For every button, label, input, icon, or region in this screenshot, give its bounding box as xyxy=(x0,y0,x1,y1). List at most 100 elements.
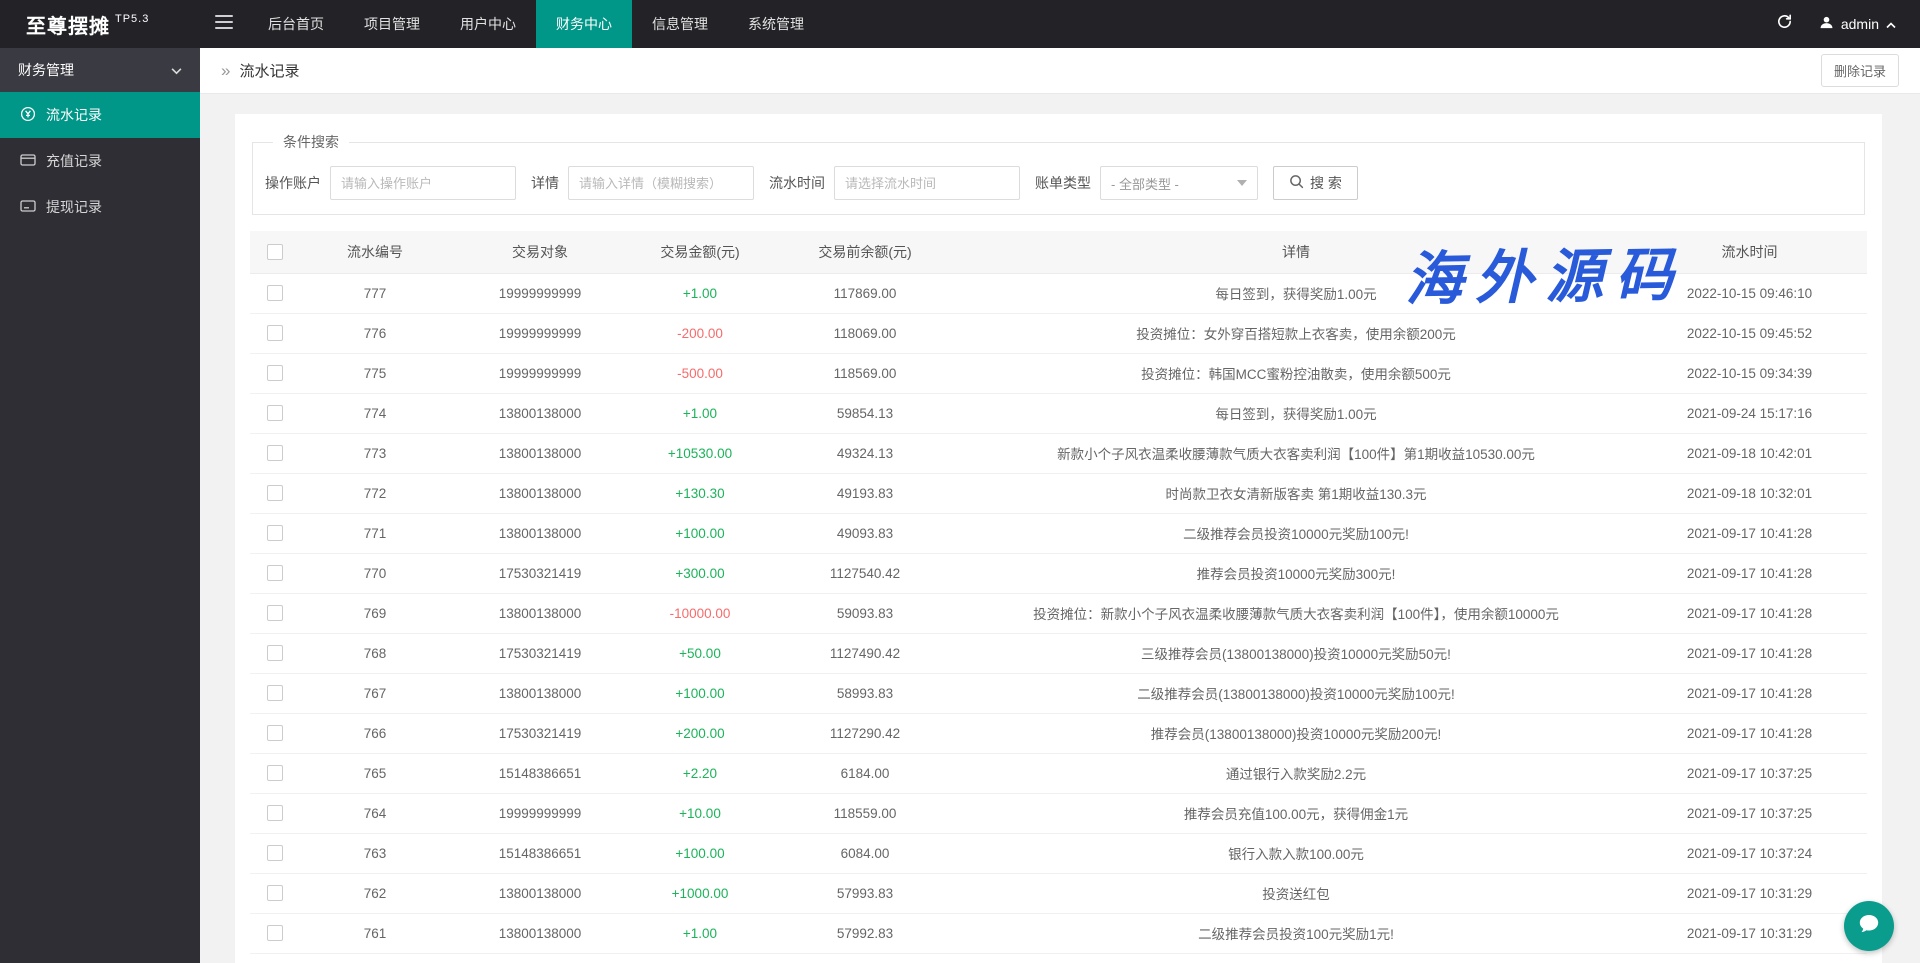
col-trade-amount: 交易金额(元) xyxy=(630,231,770,273)
detail-cell: 投资摊位：韩国MCC蜜粉控油散卖，使用余额500元 xyxy=(960,353,1632,393)
trade-account-cell: 19999999999 xyxy=(450,793,630,833)
row-checkbox[interactable] xyxy=(267,285,283,301)
detail-cell: 时尚款卫衣女清新版客卖 第1期收益130.3元 xyxy=(960,473,1632,513)
row-checkbox[interactable] xyxy=(267,925,283,941)
tab-finance-center[interactable]: 财务中心 xyxy=(536,0,632,48)
row-checkbox[interactable] xyxy=(267,645,283,661)
flow-id-cell: 763 xyxy=(300,833,450,873)
flow-id-cell: 762 xyxy=(300,873,450,913)
row-checkbox[interactable] xyxy=(267,845,283,861)
balance-before-cell: 6084.00 xyxy=(770,833,960,873)
flow-id-cell: 776 xyxy=(300,313,450,353)
row-checkbox[interactable] xyxy=(267,885,283,901)
flow-id-cell: 769 xyxy=(300,593,450,633)
col-flow-time: 流水时间 xyxy=(1632,231,1867,273)
row-checkbox[interactable] xyxy=(267,405,283,421)
row-checkbox-cell xyxy=(250,433,300,473)
sidebar-group-finance[interactable]: 财务管理 xyxy=(0,48,200,92)
flow-time-cell: 2021-09-17 10:41:28 xyxy=(1632,513,1867,553)
type-label: 账单类型 xyxy=(1035,173,1091,193)
balance-before-cell: 57992.83 xyxy=(770,913,960,953)
flow-time-cell: 2022-10-15 09:34:39 xyxy=(1632,353,1867,393)
row-checkbox-cell xyxy=(250,513,300,553)
search-icon xyxy=(1289,174,1304,192)
trade-amount-cell: +3.00 xyxy=(630,953,770,963)
row-checkbox-cell xyxy=(250,953,300,963)
detail-cell: 投资送红包 xyxy=(960,873,1632,913)
tab-user-center[interactable]: 用户中心 xyxy=(440,0,536,48)
sidebar-toggle-button[interactable] xyxy=(200,0,248,48)
row-checkbox[interactable] xyxy=(267,765,283,781)
row-checkbox-cell xyxy=(250,473,300,513)
row-checkbox[interactable] xyxy=(267,325,283,341)
row-checkbox-cell xyxy=(250,673,300,713)
flow-id-cell: 767 xyxy=(300,673,450,713)
tab-system-management[interactable]: 系统管理 xyxy=(728,0,824,48)
table-row: 76315148386651+100.006084.00银行入款入款100.00… xyxy=(250,833,1867,873)
main-content: » 流水记录 删除记录 条件搜索 操作账户 详情 流水时间 xyxy=(200,48,1920,963)
detail-input[interactable] xyxy=(568,166,754,200)
account-label: 操作账户 xyxy=(265,173,321,193)
time-input[interactable] xyxy=(834,166,1020,200)
detail-cell: 二级推荐会员投资100元奖励1元! xyxy=(960,913,1632,953)
flow-id-cell: 775 xyxy=(300,353,450,393)
row-checkbox[interactable] xyxy=(267,565,283,581)
row-checkbox[interactable] xyxy=(267,685,283,701)
flow-time-cell: 2022-10-15 09:45:52 xyxy=(1632,313,1867,353)
search-legend: 条件搜索 xyxy=(273,132,349,152)
user-menu[interactable]: admin xyxy=(1809,0,1920,48)
trade-account-cell: 17530321419 xyxy=(450,953,630,963)
tab-home[interactable]: 后台首页 xyxy=(248,0,344,48)
row-checkbox-cell xyxy=(250,273,300,313)
select-all-checkbox[interactable] xyxy=(267,244,283,260)
select-caret-icon xyxy=(1237,180,1247,186)
trade-account-cell: 17530321419 xyxy=(450,713,630,753)
trade-account-cell: 13800138000 xyxy=(450,393,630,433)
flow-id-cell: 765 xyxy=(300,753,450,793)
row-checkbox[interactable] xyxy=(267,485,283,501)
trade-account-cell: 13800138000 xyxy=(450,873,630,913)
flow-time-cell: 2021-09-17 10:41:28 xyxy=(1632,593,1867,633)
trade-amount-cell: +1.00 xyxy=(630,913,770,953)
table-row: 76817530321419+50.001127490.42三级推荐会员(138… xyxy=(250,633,1867,673)
breadcrumb-arrow-icon: » xyxy=(221,61,230,81)
row-checkbox[interactable] xyxy=(267,525,283,541)
trade-amount-cell: +10.00 xyxy=(630,793,770,833)
row-checkbox[interactable] xyxy=(267,365,283,381)
flow-id-cell: 773 xyxy=(300,433,450,473)
account-input[interactable] xyxy=(330,166,516,200)
row-checkbox[interactable] xyxy=(267,605,283,621)
detail-cell: 每日签到，获得奖励1.00元 xyxy=(960,393,1632,433)
row-checkbox-cell xyxy=(250,833,300,873)
row-checkbox[interactable] xyxy=(267,445,283,461)
delete-records-button[interactable]: 删除记录 xyxy=(1821,54,1899,87)
table-row: 76419999999999+10.00118559.00推荐会员充值100.0… xyxy=(250,793,1867,833)
row-checkbox[interactable] xyxy=(267,725,283,741)
tab-projects[interactable]: 项目管理 xyxy=(344,0,440,48)
trade-amount-cell: +1.00 xyxy=(630,393,770,433)
search-group-time: 流水时间 xyxy=(769,166,1020,200)
trade-amount-cell: +200.00 xyxy=(630,713,770,753)
flow-time-cell: 2021-09-17 10:31:29 xyxy=(1632,913,1867,953)
refresh-button[interactable] xyxy=(1761,0,1809,48)
row-checkbox-cell xyxy=(250,913,300,953)
sidebar-item-recharge-records[interactable]: 充值记录 xyxy=(0,138,200,184)
flow-id-cell: 770 xyxy=(300,553,450,593)
sidebar-item-flow-records[interactable]: 流水记录 xyxy=(0,92,200,138)
table-row: 76113800138000+1.0057992.83二级推荐会员投资100元奖… xyxy=(250,913,1867,953)
time-label: 流水时间 xyxy=(769,173,825,193)
search-button[interactable]: 搜 索 xyxy=(1273,166,1358,200)
col-flow-id: 流水编号 xyxy=(300,231,450,273)
balance-before-cell: 49193.83 xyxy=(770,473,960,513)
user-caret-icon xyxy=(1886,16,1896,32)
detail-cell: 投资摊位：女外穿百搭短款上衣客卖，使用余额200元 xyxy=(960,313,1632,353)
row-checkbox[interactable] xyxy=(267,805,283,821)
tab-info-management[interactable]: 信息管理 xyxy=(632,0,728,48)
sidebar-item-withdraw-records[interactable]: 提现记录 xyxy=(0,184,200,230)
customer-service-button[interactable] xyxy=(1844,901,1894,951)
detail-cell: 推荐会员充值100.00元，获得佣金1元 xyxy=(960,793,1632,833)
flow-id-cell: 771 xyxy=(300,513,450,553)
flow-record-icon xyxy=(20,106,36,125)
bill-type-select[interactable]: - 全部类型 - xyxy=(1100,166,1258,200)
col-trade-account: 交易对象 xyxy=(450,231,630,273)
